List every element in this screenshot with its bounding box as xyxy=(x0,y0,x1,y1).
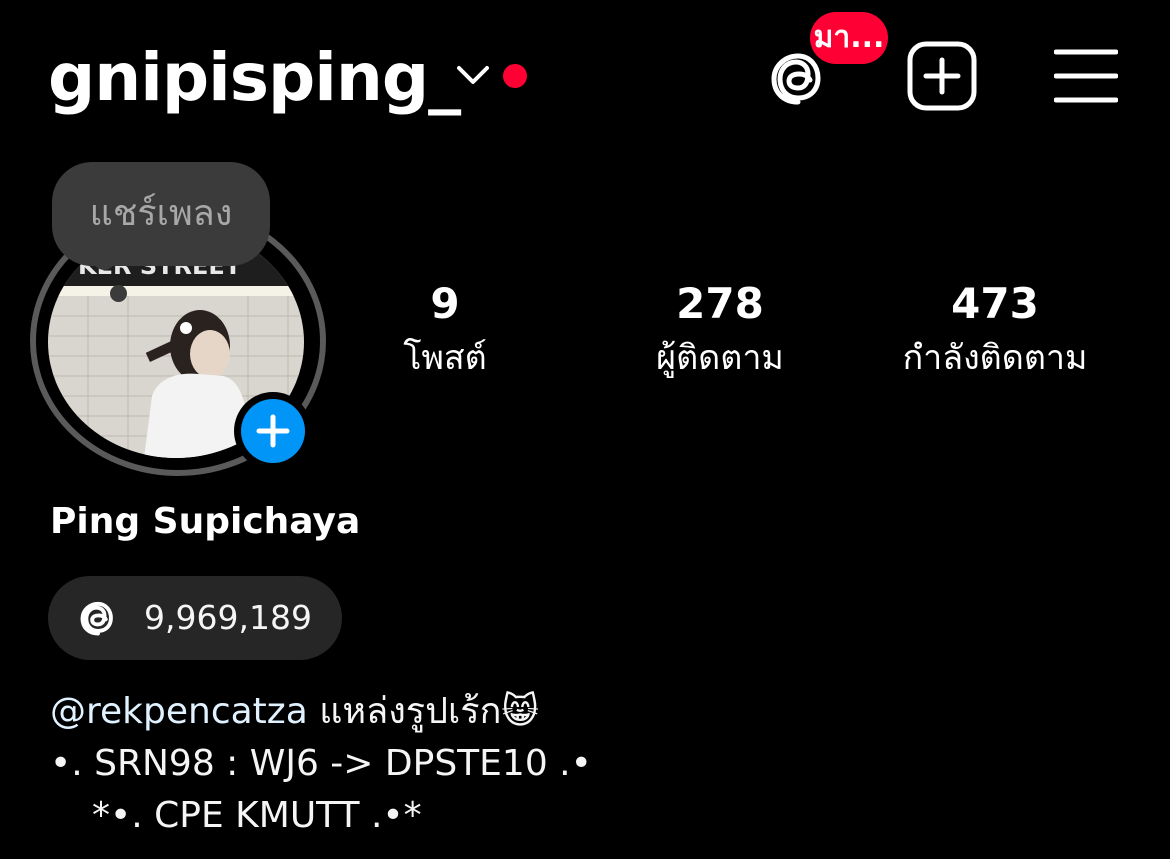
threads-badge[interactable]: มา... xyxy=(810,12,888,64)
followers-label: ผู้ติดตาม xyxy=(656,338,784,378)
following-count: 473 xyxy=(951,279,1039,328)
add-story-button[interactable] xyxy=(234,392,312,470)
bio-mention-link[interactable]: @rekpencatza xyxy=(50,691,308,732)
following-label: กำลังติดตาม xyxy=(902,338,1088,378)
hamburger-menu-icon[interactable] xyxy=(1054,48,1118,104)
following-stat[interactable]: 473 กำลังติดตาม xyxy=(870,278,1120,386)
chevron-down-icon[interactable] xyxy=(455,60,491,90)
bio-line-3: *•. CPE KMUTT .•* xyxy=(92,795,422,836)
threads-profile-badge[interactable]: 9,969,189 xyxy=(48,576,342,660)
bio-line-1: @rekpencatza แหล่งรูปเร้ก😸 xyxy=(50,686,539,738)
threads-icon xyxy=(80,601,113,636)
username-title[interactable]: gnipisping_ xyxy=(48,36,461,120)
posts-stat[interactable]: 9 โพสต์ xyxy=(360,278,530,386)
threads-count: 9,969,189 xyxy=(144,598,312,637)
followers-count: 278 xyxy=(676,279,764,328)
posts-label: โพสต์ xyxy=(403,338,487,378)
followers-stat[interactable]: 278 ผู้ติดตาม xyxy=(620,278,820,386)
plus-square-icon[interactable] xyxy=(906,40,978,112)
note-bubble[interactable]: แชร์เพลง xyxy=(52,162,270,266)
bio-line-2: •. SRN98 : WJ6 -> DPSTE10 .• xyxy=(50,743,592,784)
plus-icon xyxy=(256,414,290,448)
posts-count: 9 xyxy=(430,279,460,328)
bio-text: แหล่งรูปเร้ก😸 xyxy=(307,691,539,732)
note-bubble-tail-small xyxy=(110,285,127,302)
display-name: Ping Supichaya xyxy=(50,501,361,542)
notification-dot xyxy=(503,64,527,88)
